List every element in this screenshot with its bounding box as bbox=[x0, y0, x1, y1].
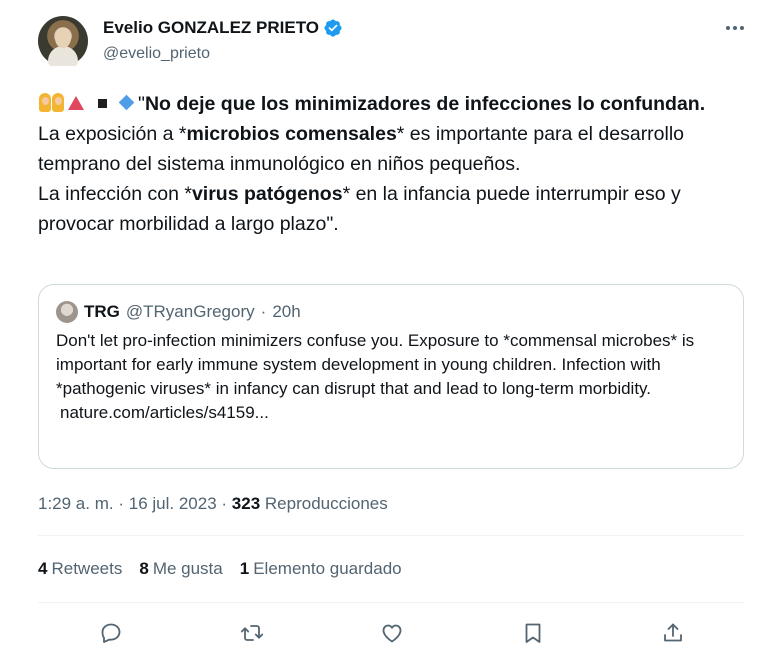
tweet-stats: 4 Retweets 8 Me gusta 1 Elemento guardado bbox=[38, 557, 402, 581]
bookmarks-label: Elemento guardado bbox=[253, 559, 402, 578]
quoted-tweet-header: TRG @TRyanGregory · 20h bbox=[56, 301, 301, 323]
retweets-count: 4 bbox=[38, 559, 48, 578]
tweet-line3-a: La infección con * bbox=[38, 183, 192, 205]
tweet-text-line-3: La infección con *virus patógenos* en la… bbox=[38, 179, 738, 239]
quoted-link[interactable]: nature.com/articles/s4159... bbox=[60, 401, 726, 425]
tweet-date[interactable]: 16 jul. 2023 bbox=[129, 494, 217, 513]
girls-emoji-icon bbox=[38, 91, 66, 113]
like-button[interactable] bbox=[379, 620, 405, 646]
reply-icon bbox=[101, 623, 121, 643]
more-options-icon[interactable] bbox=[722, 18, 748, 38]
retweets-stat[interactable]: 4 Retweets bbox=[38, 557, 122, 581]
tweet-line2-bold: microbios comensales bbox=[186, 123, 397, 145]
meta-separator-2: · bbox=[221, 494, 228, 513]
tweet-bold-heading: No deje que los minimizadores de infecci… bbox=[144, 93, 706, 115]
retweet-icon bbox=[240, 625, 264, 641]
quoted-time: 20h bbox=[272, 302, 301, 321]
reply-button[interactable] bbox=[98, 620, 124, 646]
tweet-meta: 1:29 a. m. · 16 jul. 2023 · 323 Reproduc… bbox=[38, 492, 388, 516]
likes-count: 8 bbox=[139, 559, 149, 578]
black-square-emoji-icon bbox=[98, 99, 107, 108]
author-avatar[interactable] bbox=[38, 16, 88, 66]
share-icon bbox=[664, 623, 682, 642]
dot-3 bbox=[740, 26, 744, 30]
bookmark-icon bbox=[525, 623, 541, 643]
quoted-author-avatar bbox=[56, 301, 78, 323]
like-icon bbox=[382, 624, 402, 643]
verified-badge-icon bbox=[324, 19, 342, 37]
tweet-text-line-2: La exposición a *microbios comensales* e… bbox=[38, 119, 738, 179]
author-name-row[interactable]: Evelio GONZALEZ PRIETO bbox=[103, 16, 343, 40]
share-button[interactable] bbox=[660, 620, 686, 646]
avatar-face-shape bbox=[55, 28, 71, 48]
quoted-tweet-text: Don't let pro-infection minimizers confu… bbox=[56, 329, 726, 425]
tweet-card: Evelio GONZALEZ PRIETO @evelio_prieto "N… bbox=[0, 0, 780, 668]
author-name[interactable]: Evelio GONZALEZ PRIETO bbox=[103, 16, 319, 40]
tweet-text: "No deje que los minimizadores de infecc… bbox=[38, 89, 738, 239]
dot-2 bbox=[733, 26, 737, 30]
tweet-line2-a: La exposición a * bbox=[38, 123, 187, 145]
red-triangle-emoji-icon bbox=[68, 96, 84, 110]
avatar-body-shape bbox=[48, 46, 78, 66]
divider-top bbox=[38, 535, 744, 536]
quoted-author-handle: @TRyanGregory bbox=[125, 302, 255, 321]
tweet-actions bbox=[38, 608, 744, 656]
tweet-line3-bold: virus patógenos bbox=[191, 183, 343, 205]
bookmarks-stat[interactable]: 1 Elemento guardado bbox=[240, 557, 402, 581]
author-block: Evelio GONZALEZ PRIETO @evelio_prieto bbox=[103, 16, 343, 66]
quoted-separator: · bbox=[260, 302, 267, 321]
views-label: Reproducciones bbox=[264, 494, 388, 513]
retweet-button[interactable] bbox=[239, 620, 265, 646]
author-handle[interactable]: @evelio_prieto bbox=[103, 42, 343, 66]
views-count: 323 bbox=[231, 494, 261, 513]
bookmark-button[interactable] bbox=[520, 620, 546, 646]
retweets-label: Retweets bbox=[51, 559, 123, 578]
quoted-author-name: TRG bbox=[84, 302, 120, 321]
likes-stat[interactable]: 8 Me gusta bbox=[139, 557, 222, 581]
quote-mark: " bbox=[138, 93, 145, 115]
tweet-text-line-1: "No deje que los minimizadores de infecc… bbox=[38, 89, 738, 119]
bookmarks-count: 1 bbox=[239, 559, 250, 578]
likes-label: Me gusta bbox=[152, 559, 223, 578]
quoted-tweet[interactable]: TRG @TRyanGregory · 20h Don't let pro-in… bbox=[38, 284, 744, 469]
meta-separator-1: · bbox=[118, 494, 125, 513]
dot-1 bbox=[726, 26, 730, 30]
quoted-text-body: Don't let pro-infection minimizers confu… bbox=[56, 331, 695, 398]
blue-diamond-emoji-icon bbox=[118, 94, 135, 111]
divider-bottom bbox=[38, 602, 744, 603]
tweet-time[interactable]: 1:29 a. m. bbox=[38, 494, 114, 513]
